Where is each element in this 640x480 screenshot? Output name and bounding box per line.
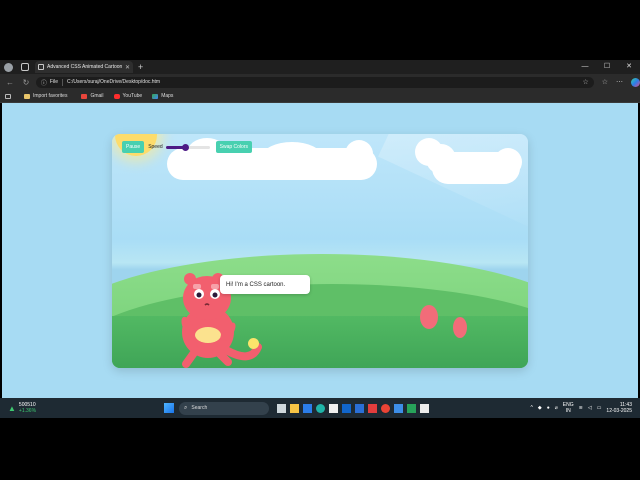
back-icon[interactable]: ←: [4, 78, 16, 87]
search-placeholder: Search: [191, 405, 208, 411]
balloon: [453, 317, 467, 338]
task-view-icon[interactable]: [277, 403, 287, 413]
start-icon[interactable]: [164, 403, 175, 413]
volume-icon[interactable]: ◁: [588, 405, 592, 411]
system-tray: ^ ◆ ● ⌀ ENG IN ≋ ◁ ▭ 11:43 12-03-2025: [531, 402, 632, 414]
speed-slider[interactable]: [165, 143, 210, 151]
speech-bubble: Hi! I'm a CSS cartoon.: [220, 275, 310, 294]
new-tab-button[interactable]: +: [138, 62, 143, 72]
mail-icon[interactable]: [342, 403, 352, 413]
edge-icon[interactable]: [316, 403, 326, 413]
close-tab-icon[interactable]: ✕: [125, 64, 130, 71]
excel-icon[interactable]: [407, 403, 417, 413]
battery-icon[interactable]: ▭: [597, 405, 602, 411]
ball: [248, 338, 259, 349]
taskbar: ▲ 500510 +1.36% ⌕ Search ^ ◆ ● ⌀ ENG IN …: [0, 398, 640, 418]
app-icon[interactable]: [368, 403, 378, 413]
controls-bar: Pause Speed Swap Colors: [122, 141, 253, 153]
swap-colors-button[interactable]: Swap Colors: [215, 141, 253, 153]
wifi-icon[interactable]: ≋: [579, 405, 583, 411]
more-menu-icon[interactable]: ⋯: [616, 78, 623, 86]
pinned-apps: [277, 403, 430, 413]
tray-app-icon[interactable]: ◆: [538, 405, 542, 411]
balloon: [420, 305, 438, 329]
clock[interactable]: 11:43 12-03-2025: [606, 402, 632, 414]
tray-expand-icon[interactable]: ^: [531, 405, 533, 411]
tab-bar: Advanced CSS Animated Cartoon ✕ + — ☐ ✕: [0, 60, 640, 74]
cartoon-scene: Pause Speed Swap Colors Hi! I'm a CSS ca…: [112, 134, 528, 368]
tab-actions-icon[interactable]: [21, 63, 29, 71]
pause-button[interactable]: Pause: [122, 141, 145, 153]
favorites-icon[interactable]: ☆: [602, 78, 608, 86]
tray-app-icon[interactable]: ●: [547, 405, 550, 411]
bookmarks-bar: Import favorites Gmail YouTube Maps: [0, 90, 640, 103]
notepad-icon[interactable]: [394, 403, 404, 413]
favorite-star-icon[interactable]: ☆: [582, 78, 588, 86]
app-icon[interactable]: [420, 403, 430, 413]
language-indicator[interactable]: ENG IN: [563, 402, 574, 414]
speed-label: Speed: [148, 144, 163, 150]
stock-change: +1.36%: [18, 408, 37, 414]
copilot-icon[interactable]: [631, 77, 640, 87]
bookmark-import-favorites[interactable]: Import favorites: [24, 93, 67, 99]
tab-active[interactable]: Advanced CSS Animated Cartoon ✕: [35, 61, 133, 73]
tab-title: Advanced CSS Animated Cartoon: [47, 64, 123, 70]
store-icon[interactable]: [329, 403, 339, 413]
vscode-icon[interactable]: [355, 403, 365, 413]
cloud: [426, 144, 522, 184]
window-controls: — ☐ ✕: [574, 60, 640, 74]
close-window-icon[interactable]: ✕: [618, 60, 640, 74]
refresh-icon[interactable]: ↻: [20, 78, 32, 87]
taskbar-search[interactable]: ⌕ Search: [179, 401, 270, 415]
bookmark-youtube[interactable]: YouTube: [113, 93, 142, 99]
speed-slider-thumb[interactable]: [181, 143, 189, 151]
bookmark-maps[interactable]: Maps: [152, 93, 173, 99]
screen-bottom-border: [0, 418, 640, 480]
bookmark-gmail[interactable]: Gmail: [81, 93, 104, 99]
page-viewport: Pause Speed Swap Colors Hi! I'm a CSS ca…: [2, 103, 638, 398]
screen-top-border: [0, 0, 640, 60]
collections-icon[interactable]: [5, 93, 14, 99]
address-prefix: File: [49, 79, 58, 85]
address-url: C:/Users/suraj/OneDrive/Desktop/doc.htm: [66, 79, 161, 85]
address-divider: [61, 78, 63, 86]
file-icon: [38, 64, 44, 70]
address-bar[interactable]: ⓘ File C:/Users/suraj/OneDrive/Desktop/d…: [35, 76, 594, 88]
chrome-icon[interactable]: [381, 403, 391, 413]
info-icon[interactable]: ⓘ: [41, 78, 47, 87]
stock-up-icon: ▲: [8, 403, 16, 413]
tray-app-icon[interactable]: ⌀: [555, 405, 558, 411]
maximize-icon[interactable]: ☐: [596, 60, 618, 74]
navigation-bar: ← ↻ ⓘ File C:/Users/suraj/OneDrive/Deskt…: [0, 74, 640, 90]
file-explorer-icon[interactable]: [290, 403, 300, 413]
minimize-icon[interactable]: —: [574, 60, 596, 74]
copilot-app-icon[interactable]: [303, 403, 313, 413]
search-icon: ⌕: [184, 404, 188, 411]
profile-icon[interactable]: [4, 62, 13, 72]
stock-widget[interactable]: ▲ 500510 +1.36%: [8, 402, 36, 414]
